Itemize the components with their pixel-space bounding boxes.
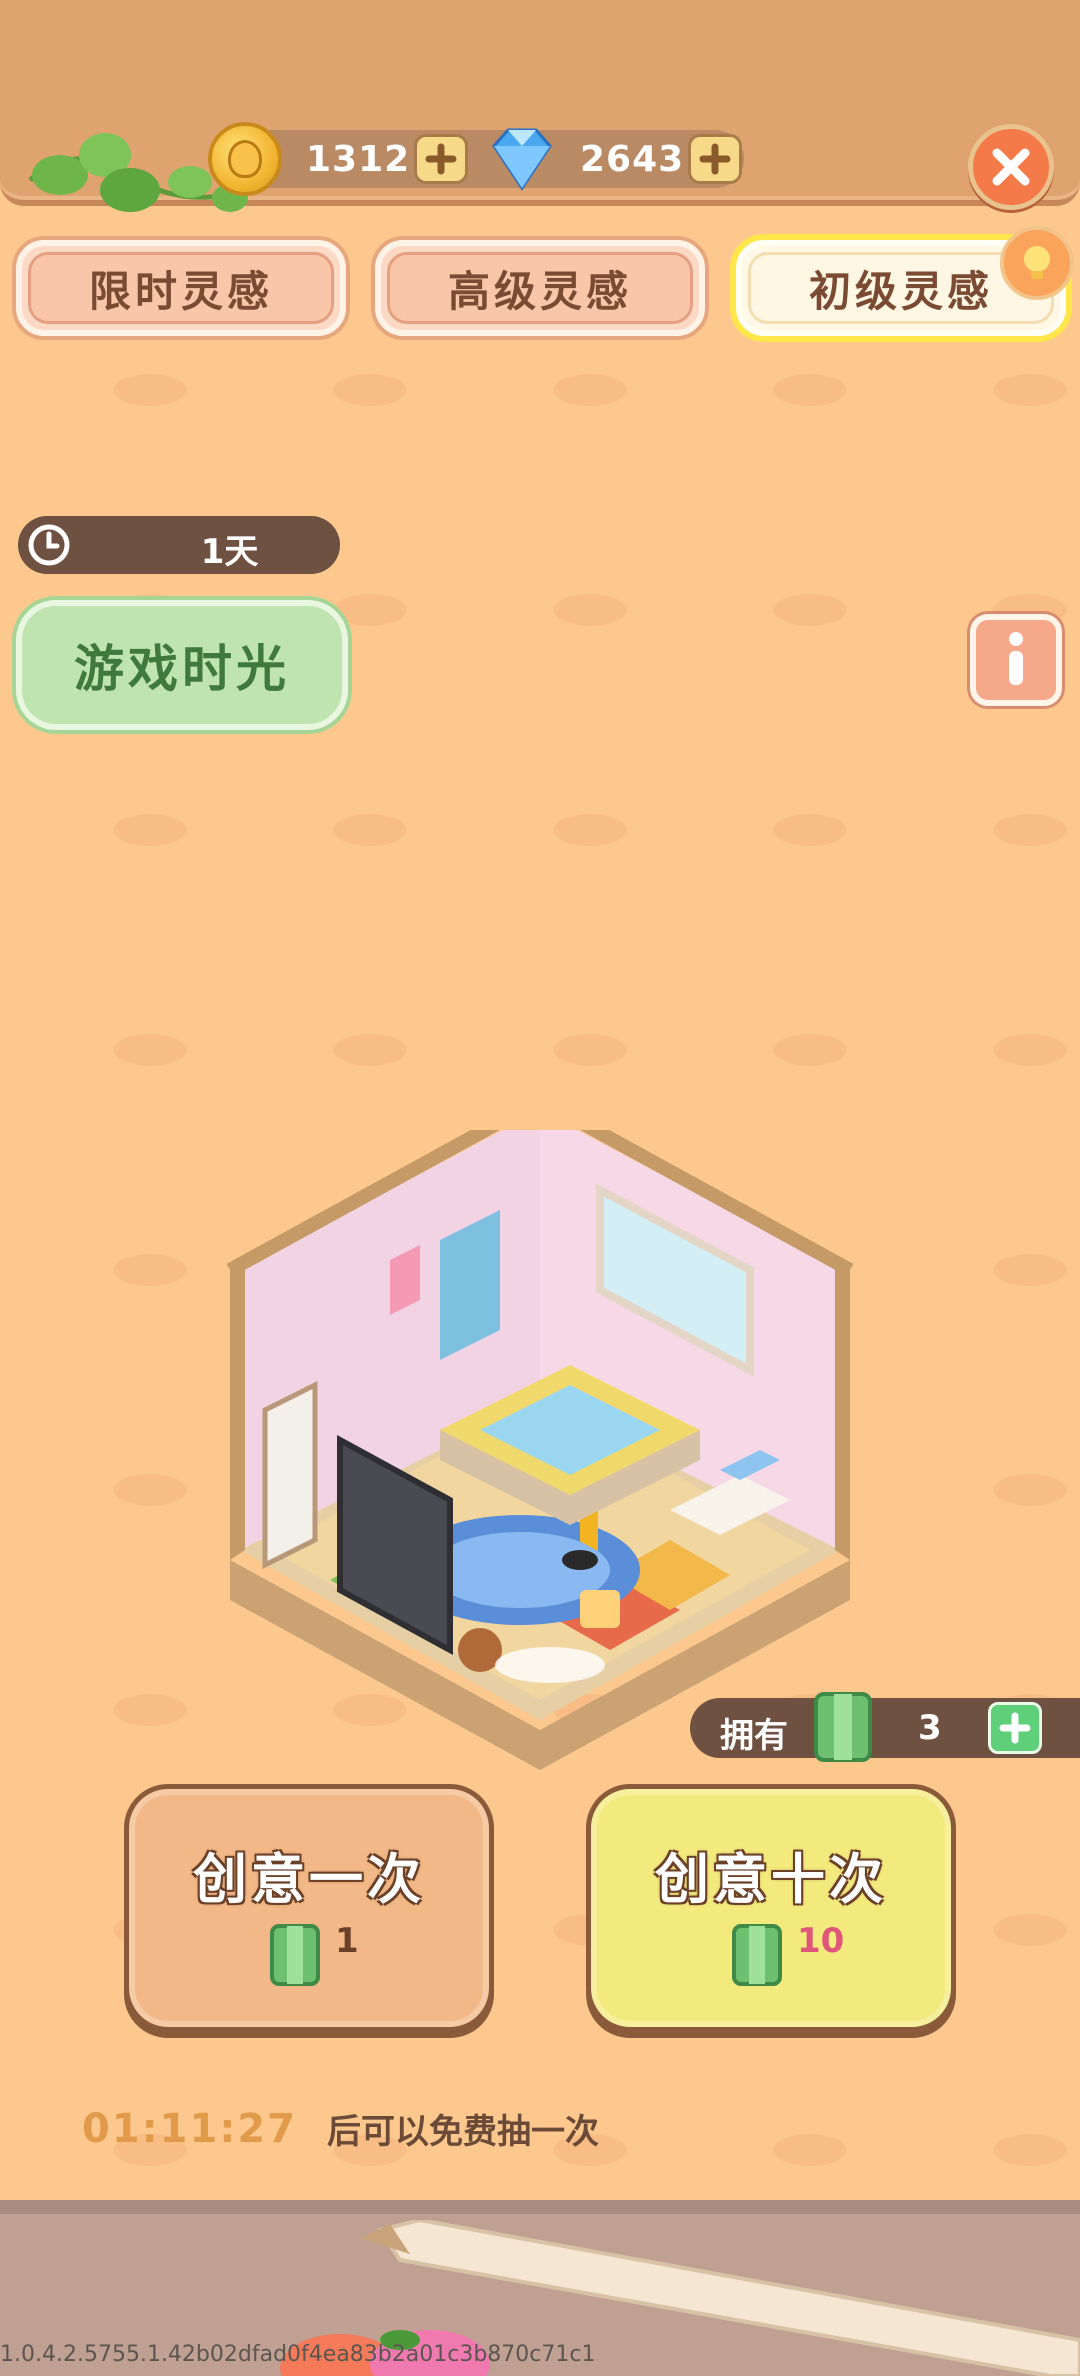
draw-once-button[interactable]: 创意一次 1 (124, 1784, 494, 2032)
plus-icon (999, 1712, 1031, 1744)
free-draw-row: 01:11:27 后可以免费抽一次 (82, 2104, 599, 2153)
draw-once-cost: 1 (335, 1921, 359, 1961)
draw-ten-button[interactable]: 创意十次 10 (586, 1784, 956, 2032)
event-title: 游戏时光 (74, 640, 290, 698)
close-button[interactable] (968, 124, 1054, 210)
event-button[interactable]: 游戏时光 (16, 600, 348, 730)
plus-icon (699, 143, 731, 175)
ticket-icon (270, 1924, 320, 1986)
plus-icon (425, 143, 457, 175)
event-duration: 1天 (200, 532, 259, 572)
gem-icon (492, 128, 552, 191)
tab-label: 初级灵感 (808, 266, 993, 316)
lightbulb-icon (1024, 246, 1050, 279)
tab-label: 高级灵感 (447, 266, 632, 316)
coin-value: 1312 (306, 138, 411, 180)
event-timer: 1天 (18, 516, 340, 574)
room-preview (226, 1130, 854, 1770)
add-gems-button[interactable] (688, 134, 742, 184)
draw-ten-cost: 10 (797, 1921, 845, 1961)
draw-once-label: 创意一次 (193, 1848, 425, 1911)
lightbulb-badge (1000, 226, 1074, 300)
owned-label: 拥有 (720, 1716, 788, 1756)
ticket-icon (732, 1924, 782, 1986)
free-draw-text: 后可以免费抽一次 (326, 2112, 599, 2152)
tab-limited-inspiration[interactable]: 限时灵感 (16, 240, 346, 336)
tab-advanced-inspiration[interactable]: 高级灵感 (375, 240, 705, 336)
info-button[interactable] (970, 614, 1062, 706)
tab-label: 限时灵感 (88, 266, 273, 316)
coin-icon (208, 122, 282, 196)
version-string: 1.0.4.2.5755.1.42b02dfad0f4ea83b2a01c3b8… (0, 2342, 596, 2367)
add-coins-button[interactable] (414, 134, 468, 184)
free-draw-countdown: 01:11:27 (82, 2105, 297, 2152)
clock-icon (28, 524, 70, 566)
draw-ten-label: 创意十次 (655, 1848, 887, 1911)
ticket-icon (814, 1692, 872, 1762)
owned-count: 3 (918, 1708, 942, 1748)
info-icon (1009, 632, 1023, 685)
owned-tickets: 拥有 3 (690, 1698, 1080, 1758)
gem-value: 2643 (580, 138, 685, 180)
close-icon (992, 148, 1030, 186)
add-ticket-button[interactable] (988, 1702, 1042, 1754)
